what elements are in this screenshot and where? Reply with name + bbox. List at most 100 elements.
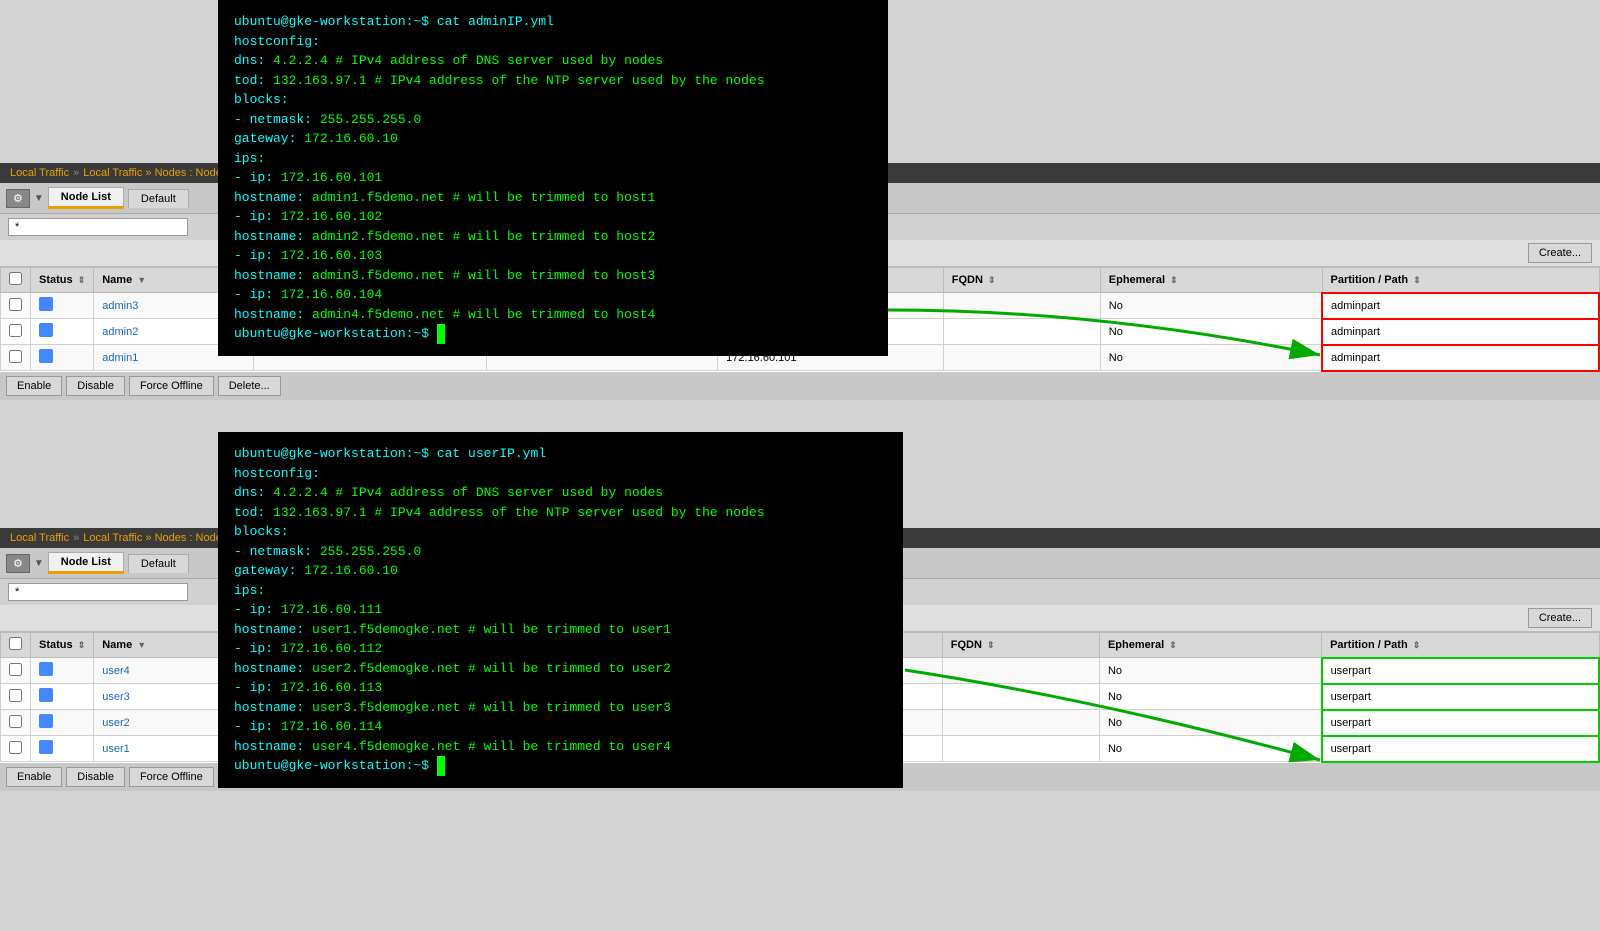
row-status (31, 684, 94, 710)
row-checkbox[interactable] (1, 319, 31, 345)
force-offline-button-2[interactable]: Force Offline (129, 767, 214, 787)
status-icon (39, 714, 53, 728)
row-partition: userpart (1322, 736, 1599, 762)
col-checkbox-1 (1, 268, 31, 293)
tab-node-list-2[interactable]: Node List (48, 552, 124, 571)
tab-underline-1 (48, 206, 124, 209)
disable-button-1[interactable]: Disable (66, 376, 125, 396)
row-ephemeral: No (1100, 319, 1322, 345)
search-input-2[interactable] (8, 583, 188, 601)
search-input-1[interactable] (8, 218, 188, 236)
col-checkbox-2 (1, 633, 31, 658)
create-button-1[interactable]: Create... (1528, 243, 1592, 263)
row-partition: adminpart (1322, 293, 1599, 319)
select-all-checkbox-2[interactable] (9, 637, 22, 650)
status-icon (39, 297, 53, 311)
terminal1-line-14: - ip: 172.16.60.104 (234, 285, 872, 305)
force-offline-button-1[interactable]: Force Offline (129, 376, 214, 396)
disable-button-2[interactable]: Disable (66, 767, 125, 787)
delete-button-1[interactable]: Delete... (218, 376, 281, 396)
terminal1-line-15: hostname: admin4.f5demo.net # will be tr… (234, 305, 872, 325)
node-name-link[interactable]: admin3 (102, 300, 138, 312)
col-fqdn-1: FQDN ⇕ (943, 268, 1100, 293)
enable-button-1[interactable]: Enable (6, 376, 62, 396)
breadcrumb-local-traffic-2[interactable]: Local Traffic (10, 532, 69, 544)
col-fqdn-2: FQDN ⇕ (942, 633, 1099, 658)
enable-button-2[interactable]: Enable (6, 767, 62, 787)
terminal1-line-1: hostconfig: (234, 32, 872, 52)
terminal2-line-11: hostname: user2.f5demogke.net # will be … (234, 659, 887, 679)
node-name-link[interactable]: user1 (102, 743, 130, 755)
row-checkbox[interactable] (1, 658, 31, 684)
status-icon (39, 740, 53, 754)
terminal1-line-8: - ip: 172.16.60.101 (234, 168, 872, 188)
terminal2-line-16: ubuntu@gke-workstation:~$ (234, 756, 887, 776)
node-name-link[interactable]: user2 (102, 717, 130, 729)
select-all-checkbox-1[interactable] (9, 272, 22, 285)
terminal2-line-6: gateway: 172.16.60.10 (234, 561, 887, 581)
terminal1-line-2: dns: 4.2.2.4 # IPv4 address of DNS serve… (234, 51, 872, 71)
terminal1-line-3: tod: 132.163.97.1 # IPv4 address of the … (234, 71, 872, 91)
row-fqdn (942, 684, 1099, 710)
terminal1-line-9: hostname: admin1.f5demo.net # will be tr… (234, 188, 872, 208)
tab-node-list-1[interactable]: Node List (48, 187, 124, 206)
col-partition-1: Partition / Path ⇕ (1322, 268, 1599, 293)
terminal1-line-7: ips: (234, 149, 872, 169)
col-partition-2: Partition / Path ⇕ (1322, 633, 1599, 658)
node-name-link[interactable]: user3 (102, 691, 130, 703)
row-status (31, 736, 94, 762)
terminal1-line-16: ubuntu@gke-workstation:~$ (234, 324, 872, 344)
row-status (31, 710, 94, 736)
row-fqdn (943, 293, 1100, 319)
breadcrumb-local-traffic[interactable]: Local Traffic (10, 167, 69, 179)
terminal2-line-15: hostname: user4.f5demogke.net # will be … (234, 737, 887, 757)
row-partition: userpart (1322, 710, 1599, 736)
tab-default-1[interactable]: Default (128, 189, 189, 208)
terminal2-line-4: blocks: (234, 522, 887, 542)
terminal1-line-4: blocks: (234, 90, 872, 110)
row-checkbox[interactable] (1, 736, 31, 762)
tab-underline-2 (48, 571, 124, 574)
terminal-2: ubuntu@gke-workstation:~$ cat userIP.yml… (218, 432, 903, 788)
row-ephemeral: No (1099, 710, 1321, 736)
terminal1-line-13: hostname: admin3.f5demo.net # will be tr… (234, 266, 872, 286)
terminal2-line-9: hostname: user1.f5demogke.net # will be … (234, 620, 887, 640)
col-status-1: Status ⇕ (31, 268, 94, 293)
terminal1-line-6: gateway: 172.16.60.10 (234, 129, 872, 149)
row-checkbox[interactable] (1, 345, 31, 371)
row-ephemeral: No (1100, 293, 1322, 319)
terminal2-line-3: tod: 132.163.97.1 # IPv4 address of the … (234, 503, 887, 523)
row-checkbox[interactable] (1, 710, 31, 736)
terminal2-line-8: - ip: 172.16.60.111 (234, 600, 887, 620)
row-checkbox[interactable] (1, 293, 31, 319)
create-button-2[interactable]: Create... (1528, 608, 1592, 628)
node-name-link[interactable]: admin2 (102, 326, 138, 338)
row-fqdn (943, 319, 1100, 345)
status-icon (39, 323, 53, 337)
gear-button-2[interactable]: ⚙ (6, 554, 30, 573)
row-fqdn (942, 658, 1099, 684)
node-name-link[interactable]: user4 (102, 665, 130, 677)
action-bar-1: Enable Disable Force Offline Delete... (0, 372, 1600, 400)
row-partition: adminpart (1322, 319, 1599, 345)
row-ephemeral: No (1099, 658, 1321, 684)
terminal2-line-14: - ip: 172.16.60.114 (234, 717, 887, 737)
tab-default-2[interactable]: Default (128, 554, 189, 573)
row-fqdn (942, 736, 1099, 762)
col-ephemeral-2: Ephemeral ⇕ (1099, 633, 1321, 658)
row-checkbox[interactable] (1, 684, 31, 710)
terminal1-line-12: - ip: 172.16.60.103 (234, 246, 872, 266)
terminal1-line-10: - ip: 172.16.60.102 (234, 207, 872, 227)
gear-button-1[interactable]: ⚙ (6, 189, 30, 208)
terminal2-line-0: ubuntu@gke-workstation:~$ cat userIP.yml (234, 444, 887, 464)
terminal2-line-10: - ip: 172.16.60.112 (234, 639, 887, 659)
terminal2-line-1: hostconfig: (234, 464, 887, 484)
terminal2-line-13: hostname: user3.f5demogke.net # will be … (234, 698, 887, 718)
row-ephemeral: No (1100, 345, 1322, 371)
terminal1-line-11: hostname: admin2.f5demo.net # will be tr… (234, 227, 872, 247)
row-ephemeral: No (1099, 736, 1321, 762)
row-fqdn (943, 345, 1100, 371)
node-name-link[interactable]: admin1 (102, 352, 138, 364)
status-icon (39, 662, 53, 676)
row-ephemeral: No (1099, 684, 1321, 710)
